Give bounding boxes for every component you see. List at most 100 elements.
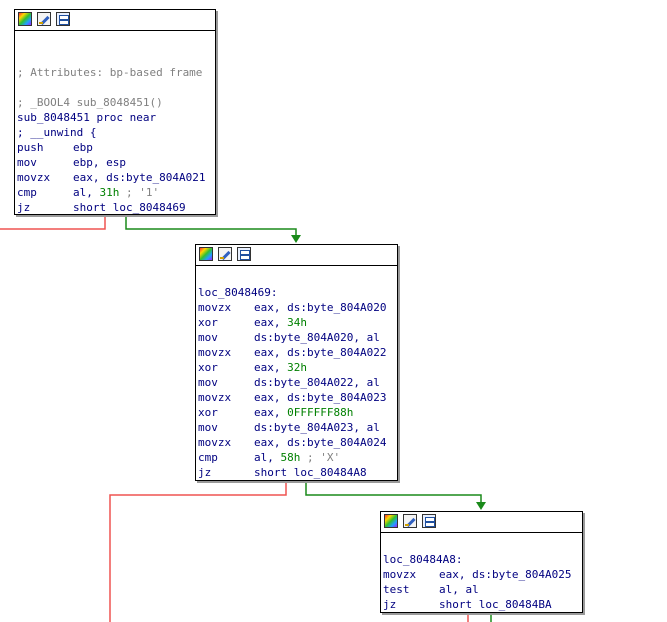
immediate-value: 31h (99, 186, 120, 199)
instruction-line[interactable]: mov ds:byte_804A020, al (198, 330, 395, 345)
instruction-mnemonic: xor (198, 316, 218, 329)
comment-line[interactable]: ; Attributes: bp-based frame (17, 65, 213, 80)
instruction-line[interactable]: xor eax, 34h (198, 315, 395, 330)
instruction-line[interactable]: mov ebp, esp (17, 155, 213, 170)
instruction-line[interactable]: xor eax, 32h (198, 360, 395, 375)
basic-block-loc-8048469[interactable]: loc_8048469: movzx eax, ds:byte_804A020 xor… (195, 244, 398, 481)
instruction-line[interactable]: movzx eax, ds:byte_804A020 (198, 300, 395, 315)
node-listing: loc_8048469: movzx eax, ds:byte_804A020 xor… (196, 266, 397, 482)
instruction-operands: al, (73, 186, 100, 199)
node-listing: loc_80484A8: movzx eax, ds:byte_804A025 tes… (381, 533, 582, 614)
instruction-operands: eax, ds:byte_804A025 (439, 568, 572, 581)
instruction-operands: short loc_80484A8 (254, 466, 367, 479)
instruction-line[interactable]: jz short loc_80484BA (383, 597, 580, 612)
instruction-operands: eax, (254, 361, 288, 374)
instruction-operands: ds:byte_804A022, al (254, 376, 380, 389)
code-label-line[interactable]: loc_80484A8: (383, 552, 580, 567)
instruction-operands: al, (254, 451, 281, 464)
instruction-line[interactable]: test al, al (383, 582, 580, 597)
instruction-operands: eax, (254, 406, 288, 419)
instruction-line[interactable]: mov ds:byte_804A022, al (198, 375, 395, 390)
graph-overview-icon[interactable] (237, 247, 251, 261)
code-label-line[interactable]: ; __unwind { (17, 125, 213, 140)
instruction-line[interactable]: jz short loc_8048469 (17, 200, 213, 215)
color-palette-icon[interactable] (384, 514, 398, 528)
instruction-line[interactable]: cmp al, 58h ; 'X' (198, 450, 395, 465)
node-header (15, 10, 215, 31)
instruction-mnemonic: jz (383, 598, 397, 611)
instruction-mnemonic: cmp (198, 451, 218, 464)
instruction-line[interactable]: movzx eax, ds:byte_804A025 (383, 567, 580, 582)
edit-node-icon[interactable] (403, 514, 417, 528)
instruction-operands: ebp (73, 141, 93, 154)
instruction-mnemonic: push (17, 141, 44, 154)
code-label-line[interactable]: sub_8048451 proc near (17, 110, 213, 125)
instruction-mnemonic: jz (198, 466, 212, 479)
instruction-operands: eax, ds:byte_804A021 (73, 171, 206, 184)
instruction-line[interactable]: movzx eax, ds:byte_804A023 (198, 390, 395, 405)
instruction-mnemonic: mov (198, 331, 218, 344)
instruction-line[interactable]: push ebp (17, 140, 213, 155)
immediate-value: 32h (287, 361, 307, 374)
instruction-mnemonic: movzx (198, 346, 232, 359)
instruction-mnemonic: movzx (198, 391, 232, 404)
immediate-value: 34h (287, 316, 307, 329)
instruction-mnemonic: mov (198, 421, 218, 434)
basic-block-sub-8048451[interactable]: ; Attributes: bp-based frame ; _BOOL4 sub… (14, 9, 216, 215)
node-listing: ; Attributes: bp-based frame ; _BOOL4 sub… (15, 31, 215, 217)
instruction-line[interactable]: jz short loc_80484A8 (198, 465, 395, 480)
edit-node-icon[interactable] (218, 247, 232, 261)
edge-true-node1-to-node2[interactable] (125, 214, 297, 236)
char-comment: ; '1' (119, 186, 160, 199)
instruction-mnemonic: test (383, 583, 410, 596)
char-comment: ; 'X' (300, 451, 341, 464)
instruction-operands: eax, ds:byte_804A020 (254, 301, 387, 314)
node-header (381, 512, 582, 533)
instruction-mnemonic: xor (198, 361, 218, 374)
instruction-mnemonic: mov (198, 376, 218, 389)
instruction-operands: ds:byte_804A023, al (254, 421, 380, 434)
edge-false-node2[interactable] (109, 480, 287, 622)
instruction-mnemonic: xor (198, 406, 218, 419)
immediate-value: 0FFFFFF88h (287, 406, 354, 419)
instruction-mnemonic: movzx (198, 301, 232, 314)
instruction-operands: short loc_8048469 (73, 201, 186, 214)
instruction-line[interactable]: mov ds:byte_804A023, al (198, 420, 395, 435)
edge-arrowhead (476, 502, 486, 510)
basic-block-loc-80484a8[interactable]: loc_80484A8: movzx eax, ds:byte_804A025 tes… (380, 511, 583, 613)
instruction-mnemonic: movzx (198, 436, 232, 449)
instruction-mnemonic: movzx (17, 171, 51, 184)
instruction-operands: al, al (439, 583, 479, 596)
code-label-line[interactable]: loc_8048469: (198, 285, 395, 300)
instruction-operands: eax, (254, 316, 288, 329)
instruction-operands: ebp, esp (73, 156, 126, 169)
comment-line[interactable]: ; _BOOL4 sub_8048451() (17, 95, 213, 110)
edge-true-node2-to-node3[interactable] (305, 480, 482, 503)
edit-node-icon[interactable] (37, 12, 51, 26)
instruction-operands: eax, ds:byte_804A023 (254, 391, 387, 404)
instruction-operands: eax, ds:byte_804A024 (254, 436, 387, 449)
edge-arrowhead (291, 235, 301, 243)
instruction-operands: ds:byte_804A020, al (254, 331, 380, 344)
instruction-operands: short loc_80484BA (439, 598, 552, 611)
instruction-line[interactable]: xor eax, 0FFFFFF88h (198, 405, 395, 420)
instruction-mnemonic: jz (17, 201, 31, 214)
color-palette-icon[interactable] (199, 247, 213, 261)
instruction-line[interactable]: cmp al, 31h ; '1' (17, 185, 213, 200)
instruction-mnemonic: mov (17, 156, 37, 169)
immediate-value: 58h (280, 451, 301, 464)
node-header (196, 245, 397, 266)
instruction-mnemonic: movzx (383, 568, 417, 581)
color-palette-icon[interactable] (18, 12, 32, 26)
instruction-line[interactable]: movzx eax, ds:byte_804A021 (17, 170, 213, 185)
instruction-mnemonic: cmp (17, 186, 37, 199)
graph-overview-icon[interactable] (56, 12, 70, 26)
graph-overview-icon[interactable] (422, 514, 436, 528)
instruction-line[interactable]: movzx eax, ds:byte_804A024 (198, 435, 395, 450)
instruction-line[interactable]: movzx eax, ds:byte_804A022 (198, 345, 395, 360)
